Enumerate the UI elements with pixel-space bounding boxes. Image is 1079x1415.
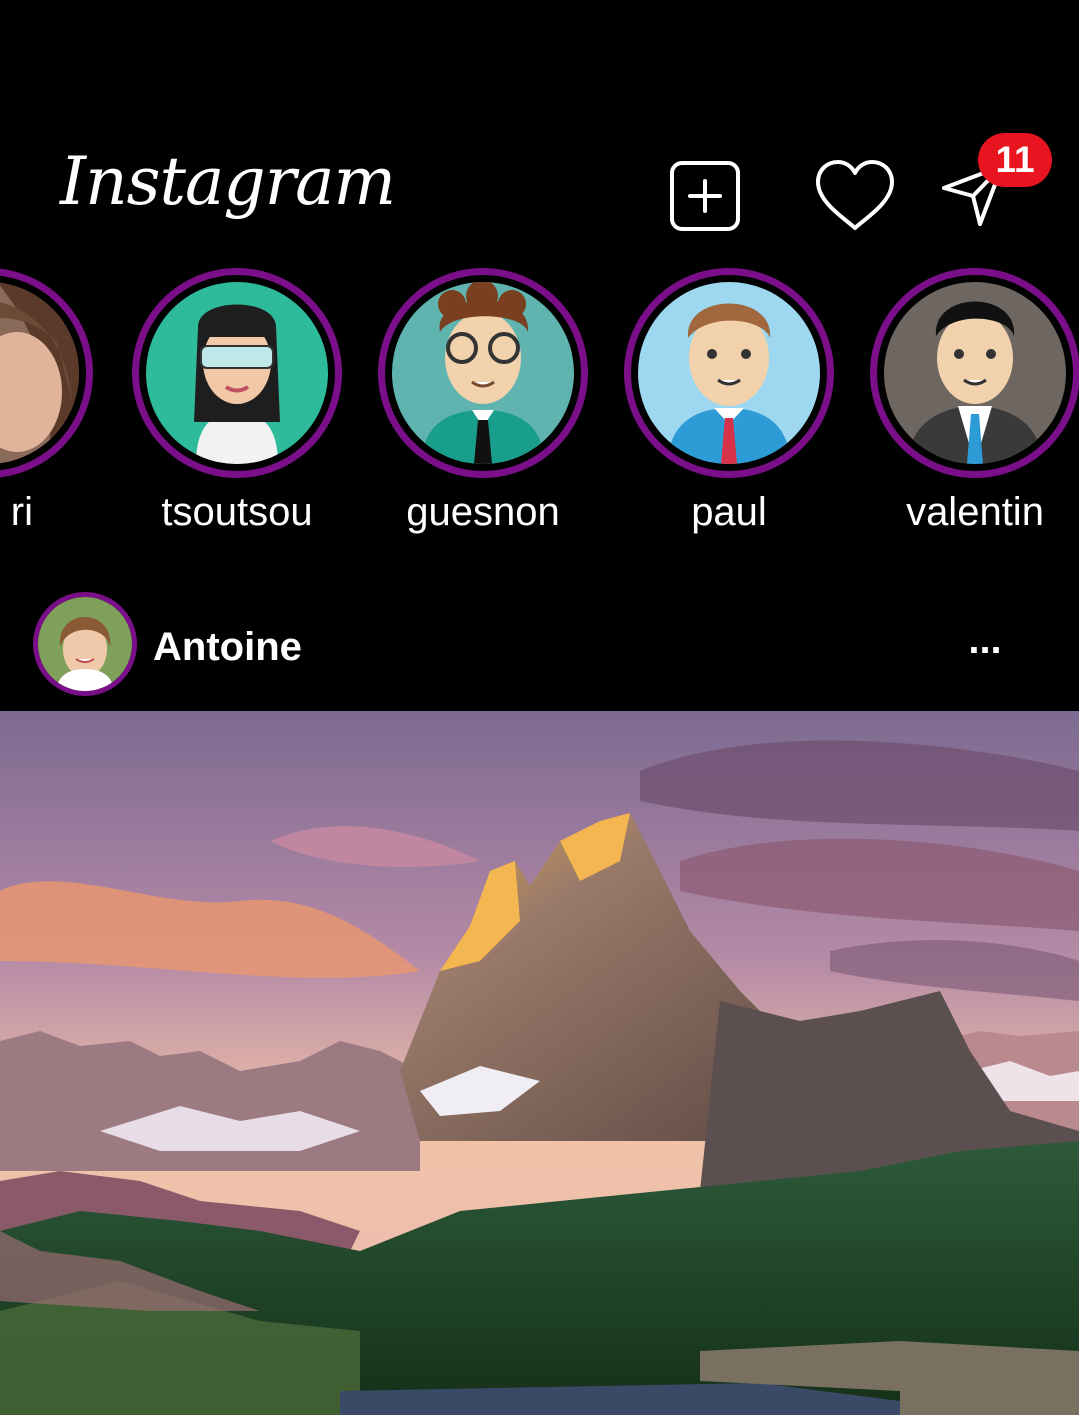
story-ring xyxy=(870,268,1079,478)
story-item[interactable]: ri xyxy=(0,268,103,548)
story-username: paul xyxy=(691,490,767,534)
story-username: ri xyxy=(10,490,33,534)
story-item[interactable]: valentin xyxy=(870,268,1079,548)
instagram-logo: Instagram xyxy=(60,143,396,220)
story-username: valentin xyxy=(906,490,1044,534)
post-image[interactable] xyxy=(0,711,1079,1415)
post-more-button[interactable]: ... xyxy=(955,620,1015,660)
story-item[interactable]: guesnon xyxy=(378,268,598,548)
story-item[interactable]: tsoutsou xyxy=(132,268,352,548)
story-ring xyxy=(624,268,834,478)
story-ring xyxy=(378,268,588,478)
post-header: Antoine ... xyxy=(0,585,1079,710)
story-username: guesnon xyxy=(406,490,560,534)
message-count-badge: 11 xyxy=(978,133,1052,187)
stories-tray[interactable]: ri tsoutsou guesnon paul valentin xyxy=(0,268,1079,558)
post-author-avatar[interactable] xyxy=(33,592,137,696)
avatar-man-glasses-icon xyxy=(392,282,574,464)
heart-icon xyxy=(816,160,894,230)
new-post-button[interactable] xyxy=(670,161,740,231)
top-bar: Instagram 11 xyxy=(0,0,1079,260)
avatar-photo-icon xyxy=(38,597,132,691)
avatar-man-suit-icon xyxy=(884,282,1066,464)
story-item[interactable]: paul xyxy=(624,268,844,548)
avatar-woman-icon xyxy=(146,282,328,464)
avatar-man-icon xyxy=(638,282,820,464)
story-ring xyxy=(132,268,342,478)
story-username: tsoutsou xyxy=(161,490,313,534)
post-author-name[interactable]: Antoine xyxy=(153,623,302,671)
avatar-photo-icon xyxy=(0,282,79,464)
activity-button[interactable] xyxy=(814,158,896,234)
story-ring xyxy=(0,268,93,478)
mountain-landscape-image xyxy=(0,711,1079,1415)
plus-square-icon xyxy=(670,161,740,231)
